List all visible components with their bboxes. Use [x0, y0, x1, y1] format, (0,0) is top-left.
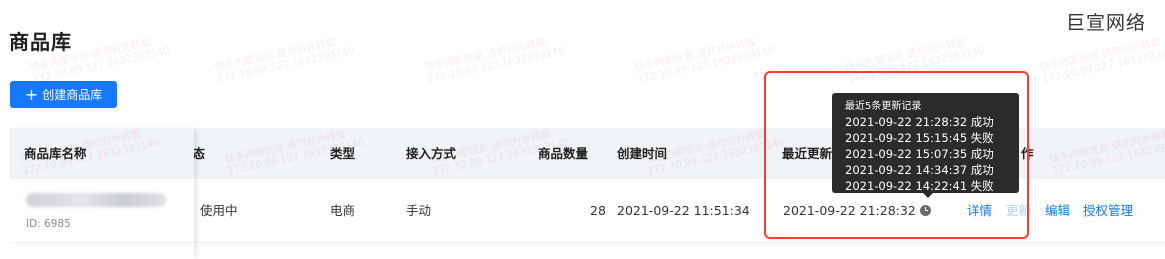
brand-label: 巨宣网络 [1066, 12, 1147, 34]
watermark: 快手内部信息 请勿对外转载172.10.99.127 1632393140 [634, 37, 776, 86]
library-name-blurred[interactable] [26, 193, 166, 207]
watermark: 快手内部信息 请勿对外转载172.10.99.127 1632393140 [214, 37, 356, 86]
watermark: 快手内部信息 请勿对外转载172.10.99.127 1632393140 [844, 37, 986, 86]
create-library-label: 创建商品库 [42, 88, 103, 102]
header-name: 商品库名称 [24, 146, 87, 161]
fixed-name-column: 商品库名称 ID: 6985 [10, 128, 194, 259]
row-created: 2021-09-22 11:51:34 [617, 203, 750, 218]
tooltip-record: 2021-09-22 14:34:37 成功 [845, 163, 994, 177]
header-count: 商品数量 [538, 146, 589, 161]
header-ops: 作 [1021, 146, 1034, 161]
page-title: 商品库 [9, 30, 72, 54]
watermark: 快手内部信息 请勿对外转载172.10.99.127 1632393140 [424, 37, 566, 86]
library-id: ID: 6985 [26, 218, 71, 230]
tooltip-record: 2021-09-22 14:22:41 失败 [845, 179, 994, 193]
fixed-header-cell: 商品库名称 [10, 128, 194, 179]
tooltip-title: 最近5条更新记录 [845, 101, 922, 112]
fixed-row-cell: ID: 6985 [10, 179, 194, 243]
header-access: 接入方式 [406, 146, 457, 161]
row-status: 使用中 [200, 203, 238, 218]
update-history-tooltip: 最近5条更新记录 2021-09-22 21:28:32 成功 2021-09-… [832, 93, 1019, 193]
header-type: 类型 [330, 146, 356, 161]
watermark: 快手内部信息 请勿对外转载172.10.99.127 1632393140 [1039, 37, 1165, 86]
row-updated: 2021-09-22 21:28:32 [783, 203, 916, 218]
plus-icon: + [24, 84, 39, 104]
clock-icon[interactable] [919, 205, 931, 216]
auth-manage-link[interactable]: 授权管理 [1083, 179, 1133, 243]
tooltip-arrow [923, 193, 933, 198]
create-library-button[interactable]: + 创建商品库 [10, 81, 117, 108]
fixed-row-cell [10, 244, 194, 259]
tooltip-record: 2021-09-22 15:07:35 成功 [845, 147, 994, 161]
row-type: 电商 [330, 203, 356, 218]
header-created: 创建时间 [617, 146, 668, 161]
edit-link[interactable]: 编辑 [1045, 179, 1070, 243]
row-access: 手动 [406, 203, 432, 218]
tooltip-record: 2021-09-22 15:15:45 失败 [845, 131, 994, 145]
row-count: 28 [590, 203, 606, 218]
tooltip-record: 2021-09-22 21:28:32 成功 [845, 115, 994, 129]
